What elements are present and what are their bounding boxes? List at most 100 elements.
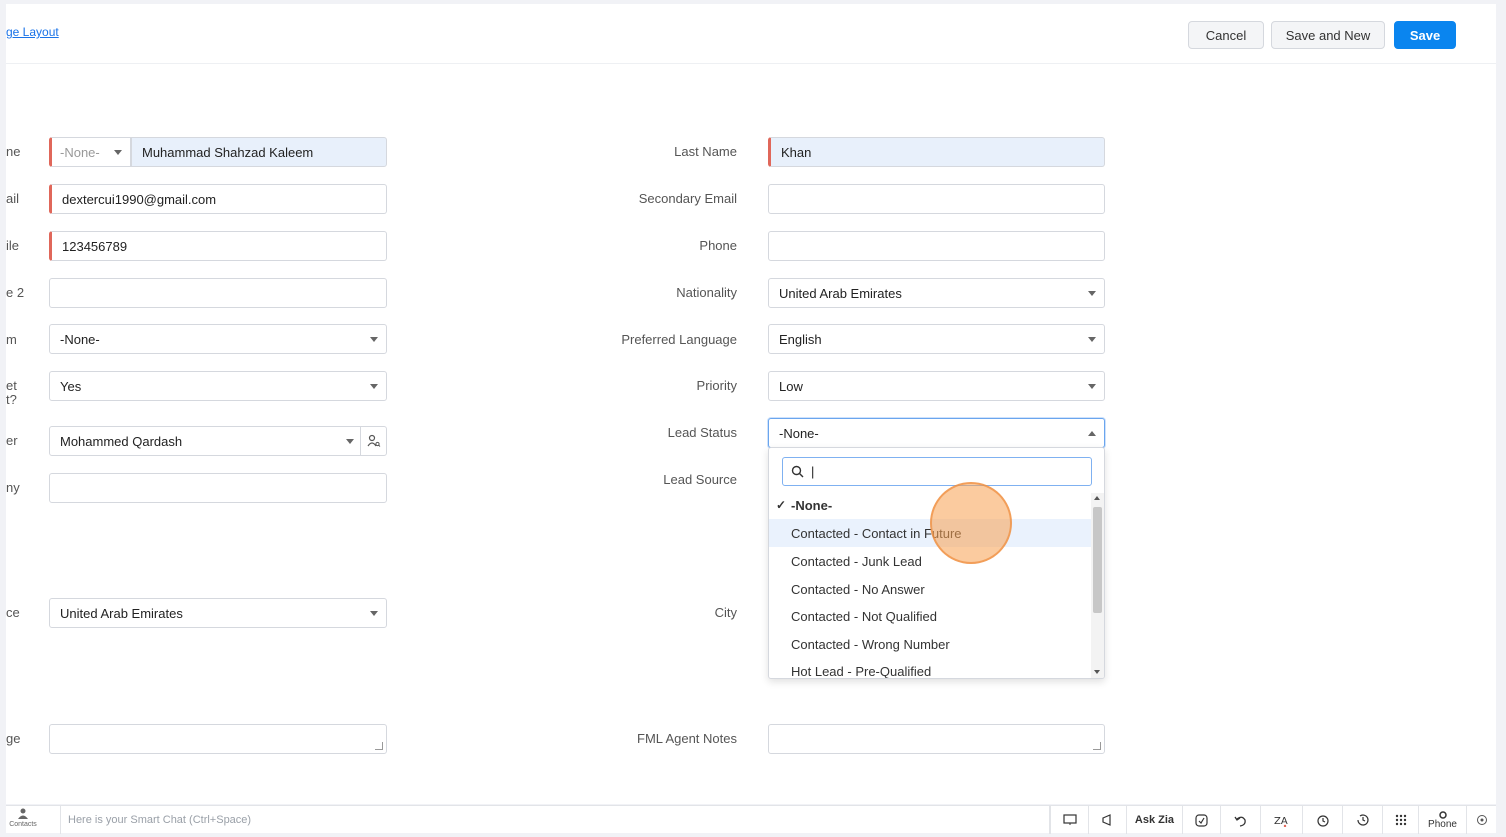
apps-grid-icon[interactable] bbox=[1382, 806, 1418, 834]
dropdown-search-value: | bbox=[811, 464, 815, 479]
email-value: dextercui1990@gmail.com bbox=[62, 191, 217, 207]
dropdown-search-input[interactable]: | bbox=[782, 457, 1092, 486]
last-name-label: Last Name bbox=[674, 144, 737, 159]
option-label: -None- bbox=[791, 497, 833, 513]
mobile-value: 123456789 bbox=[62, 238, 128, 254]
chevron-down-icon bbox=[1088, 337, 1096, 342]
dropdown-option-hot-lead[interactable]: Hot Lead - Pre-Qualified bbox=[769, 657, 1091, 679]
country-select[interactable]: United Arab Emirates bbox=[49, 598, 387, 628]
chevron-down-icon bbox=[1088, 384, 1096, 389]
yes-select[interactable]: Yes bbox=[49, 371, 387, 401]
announcement-icon[interactable] bbox=[1088, 806, 1126, 834]
chevron-down-icon bbox=[1088, 291, 1096, 296]
lead-status-value: -None- bbox=[779, 425, 819, 441]
chevron-down-icon bbox=[370, 337, 378, 342]
yes-field-label-1: et bbox=[6, 378, 17, 393]
company-input[interactable] bbox=[49, 473, 387, 503]
preferred-language-value: English bbox=[779, 331, 822, 347]
mobile-label: ile bbox=[6, 238, 20, 253]
nationality-label: Nationality bbox=[676, 285, 737, 300]
city-label: City bbox=[714, 605, 737, 620]
country-value: United Arab Emirates bbox=[60, 605, 183, 621]
scroll-down-icon[interactable] bbox=[1094, 670, 1100, 674]
option-label: Contacted - Not Qualified bbox=[791, 608, 937, 624]
phone-button[interactable]: Phone bbox=[1418, 806, 1466, 834]
priority-select[interactable]: Low bbox=[768, 371, 1105, 401]
priority-value: Low bbox=[779, 378, 803, 394]
first-name-label: ne bbox=[6, 144, 21, 159]
chevron-down-icon bbox=[370, 611, 378, 616]
mobile-input[interactable]: 123456789 bbox=[49, 231, 387, 261]
country-label: ce bbox=[6, 605, 20, 620]
undo-icon[interactable] bbox=[1220, 806, 1260, 834]
owner-label: er bbox=[6, 433, 18, 448]
save-button[interactable]: Save bbox=[1394, 21, 1456, 49]
dropdown-option-not-qualified[interactable]: Contacted - Not Qualified bbox=[769, 602, 1091, 630]
phone-label: Phone bbox=[699, 238, 737, 253]
phone-input[interactable] bbox=[768, 231, 1105, 261]
top-toolbar: ge Layout Cancel Save and New Save bbox=[6, 4, 1496, 64]
lead-status-label: Lead Status bbox=[667, 425, 737, 440]
email-label: ail bbox=[6, 191, 20, 206]
from-select[interactable]: -None- bbox=[49, 324, 387, 354]
company-label: ny bbox=[6, 480, 20, 495]
secondary-email-input[interactable] bbox=[768, 184, 1105, 214]
smart-chat-placeholder: Here is your Smart Chat (Ctrl+Space) bbox=[68, 814, 252, 826]
secondary-email-label: Secondary Email bbox=[638, 191, 737, 206]
screen-share-icon[interactable] bbox=[1050, 806, 1088, 834]
contacts-label: Contacts bbox=[9, 821, 37, 828]
phone2-label: e 2 bbox=[6, 285, 25, 300]
chevron-down-icon bbox=[370, 384, 378, 389]
option-label: Contacted - No Answer bbox=[791, 581, 925, 597]
salutation-select[interactable]: -None- bbox=[49, 137, 131, 167]
priority-label: Priority bbox=[696, 378, 737, 393]
message-textarea[interactable] bbox=[49, 724, 387, 754]
email-input[interactable]: dextercui1990@gmail.com bbox=[49, 184, 387, 214]
dropdown-option-wrong-number[interactable]: Contacted - Wrong Number bbox=[769, 630, 1091, 658]
preferred-language-select[interactable]: English bbox=[768, 324, 1105, 354]
first-name-value: Muhammad Shahzad Kaleem bbox=[142, 144, 314, 160]
owner-value: Mohammed Qardash bbox=[60, 433, 183, 449]
settings-icon[interactable] bbox=[1466, 806, 1496, 834]
phone-label: Phone bbox=[1428, 818, 1457, 830]
contacts-icon[interactable]: Contacts bbox=[8, 808, 38, 832]
lead-status-select[interactable]: -None- bbox=[768, 418, 1105, 448]
owner-select[interactable]: Mohammed Qardash bbox=[49, 426, 387, 456]
search-icon bbox=[791, 465, 804, 478]
dropdown-option-no-answer[interactable]: Contacted - No Answer bbox=[769, 575, 1091, 603]
page: ge Layout Cancel Save and New Save ne ai… bbox=[6, 4, 1496, 804]
phone2-input[interactable] bbox=[49, 278, 387, 308]
cancel-button[interactable]: Cancel bbox=[1188, 21, 1264, 49]
activity-icon[interactable] bbox=[1182, 806, 1220, 834]
first-name-input[interactable]: Muhammad Shahzad Kaleem bbox=[131, 137, 387, 167]
option-label: Contacted - Wrong Number bbox=[791, 636, 950, 652]
nationality-select[interactable]: United Arab Emirates bbox=[768, 278, 1105, 308]
smart-chat-input[interactable]: Here is your Smart Chat (Ctrl+Space) bbox=[60, 806, 1050, 834]
page-layout-link[interactable]: ge Layout bbox=[6, 25, 59, 39]
resize-handle-icon[interactable] bbox=[1093, 742, 1101, 750]
dropdown-scrollbar[interactable] bbox=[1091, 493, 1104, 678]
from-label: m bbox=[6, 332, 17, 347]
scroll-up-icon[interactable] bbox=[1094, 496, 1100, 500]
translate-icon[interactable]: ZA bbox=[1260, 806, 1302, 834]
user-lookup-icon[interactable] bbox=[360, 427, 386, 455]
scrollbar-thumb[interactable] bbox=[1093, 507, 1102, 613]
last-name-input[interactable]: Khan bbox=[768, 137, 1105, 167]
fml-agent-notes-label: FML Agent Notes bbox=[637, 731, 737, 746]
ask-zia-button[interactable]: Ask Zia bbox=[1126, 806, 1182, 834]
preferred-language-label: Preferred Language bbox=[621, 332, 737, 347]
alarm-clock-icon[interactable] bbox=[1302, 806, 1342, 834]
bottom-bar: Contacts Here is your Smart Chat (Ctrl+S… bbox=[6, 805, 1496, 834]
fml-agent-notes-textarea[interactable] bbox=[768, 724, 1105, 754]
salutation-value: -None- bbox=[60, 144, 100, 160]
history-icon[interactable] bbox=[1342, 806, 1382, 834]
checkmark-icon: ✓ bbox=[776, 498, 787, 512]
from-value: -None- bbox=[60, 331, 100, 347]
gear-icon bbox=[1438, 810, 1447, 819]
chevron-down-icon bbox=[114, 150, 122, 155]
chevron-up-icon bbox=[1088, 431, 1096, 436]
dropdown-option-junk-lead[interactable]: Contacted - Junk Lead bbox=[769, 547, 1091, 575]
resize-handle-icon[interactable] bbox=[375, 742, 383, 750]
save-and-new-button[interactable]: Save and New bbox=[1271, 21, 1385, 49]
last-name-value: Khan bbox=[781, 144, 812, 160]
